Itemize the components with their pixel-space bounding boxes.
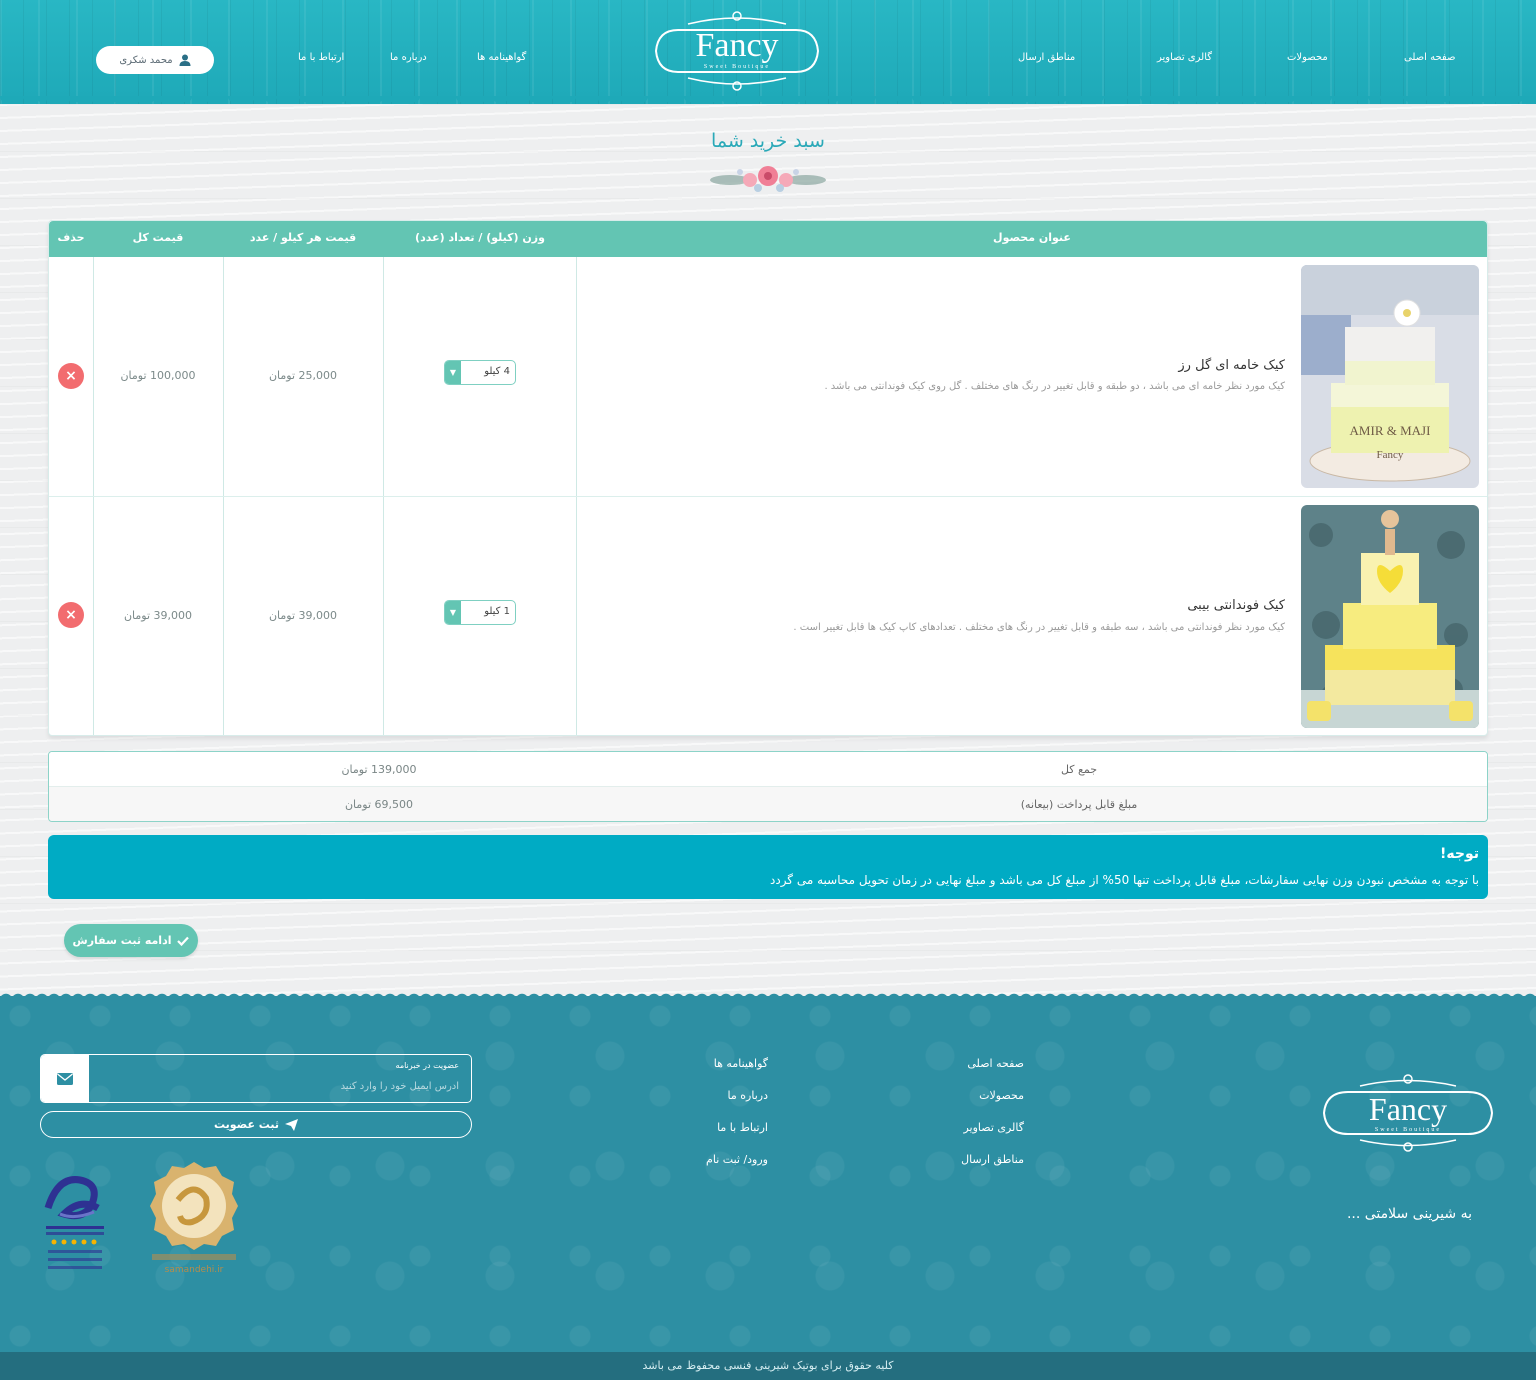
cart-summary: جمع کل 139,000 تومان مبلغ قابل پرداخت (ب…: [48, 751, 1488, 822]
col-weight: وزن (کیلو) / تعداد (عدد): [415, 231, 545, 244]
total-label: جمع کل: [1060, 763, 1098, 776]
svg-text:AMIR & MAJI: AMIR & MAJI: [1350, 423, 1431, 438]
summary-payable-row: مبلغ قابل پرداخت (بیعانه) 69,500 تومان: [49, 787, 1487, 821]
svg-text:Fancy: Fancy: [1377, 449, 1404, 461]
row-total: 100,000 تومان: [120, 369, 196, 382]
row-total: 39,000 تومان: [123, 609, 193, 622]
nav-certificates[interactable]: گواهینامه ها: [477, 52, 526, 63]
product-description: کیک مورد نظر فوندانتی می باشد ، سه طبقه …: [793, 622, 1285, 633]
quantity-value: 1 کیلو: [484, 606, 510, 617]
nav-contact[interactable]: ارتباط با ما: [298, 52, 344, 63]
footer-link-about[interactable]: درباره ما: [728, 1089, 768, 1102]
summary-total-row: جمع کل 139,000 تومان: [49, 752, 1487, 787]
total-value: 139,000 تومان: [341, 763, 417, 776]
site-logo[interactable]: Fancy Sweet Boutique: [648, 8, 826, 94]
svg-text:samandehi.ir: samandehi.ir: [165, 1265, 224, 1275]
footer-link-home[interactable]: صفحه اصلی: [967, 1057, 1024, 1070]
subscribe-label: ثبت عضویت: [213, 1118, 280, 1131]
newsletter-box: عضویت در خبرنامه: [40, 1054, 472, 1103]
quantity-select[interactable]: ▼ 4 کیلو: [444, 360, 516, 385]
notice-text: با توجه به مشخص نبودن وزن نهایی سفارشات،…: [770, 873, 1479, 887]
footer-wave-edge: [0, 988, 1536, 1000]
delete-item-button[interactable]: ×: [58, 363, 84, 389]
notice-title: توجه!: [1440, 846, 1479, 862]
nav-products[interactable]: محصولات: [1287, 52, 1328, 63]
nav-delivery-areas[interactable]: مناطق ارسال: [1018, 52, 1075, 63]
product-description: کیک مورد نظر خامه ای می باشد ، دو طبقه و…: [824, 381, 1285, 392]
check-icon: [177, 936, 190, 946]
envelope-icon: [41, 1055, 89, 1102]
product-title[interactable]: کیک خامه ای گل رز: [1178, 358, 1285, 373]
user-icon: [179, 54, 191, 66]
product-title[interactable]: کیک فوندانتی بیبی: [1187, 598, 1285, 613]
svg-text:Sweet Boutique: Sweet Boutique: [1375, 1127, 1441, 1133]
nav-gallery[interactable]: گالری تصاویر: [1157, 52, 1212, 63]
samandehi-badge[interactable]: samandehi.ir: [148, 1160, 240, 1278]
col-unit-price: قیمت هر کیلو / عدد: [249, 231, 357, 244]
user-name: محمد شکری: [119, 54, 173, 66]
quantity-value: 4 کیلو: [484, 366, 510, 377]
user-account-button[interactable]: محمد شکری: [96, 46, 214, 74]
svg-text:Fancy: Fancy: [695, 27, 778, 64]
subscribe-button[interactable]: ثبت عضویت: [40, 1111, 472, 1138]
footer-slogan: به شیرینی سلامتی ...: [1346, 1206, 1472, 1222]
floral-divider-icon: [710, 166, 826, 192]
payable-label: مبلغ قابل پرداخت (بیعانه): [1020, 798, 1138, 811]
enamad-badge[interactable]: [40, 1168, 110, 1276]
newsletter-label: عضویت در خبرنامه: [395, 1061, 459, 1070]
payable-value: 69,500 تومان: [344, 798, 414, 811]
svg-text:Sweet Boutique: Sweet Boutique: [704, 64, 770, 70]
row-divider: [49, 496, 1487, 497]
product-image[interactable]: AMIR & MAJI Fancy: [1301, 265, 1479, 488]
col-delete: حذف: [57, 231, 85, 244]
footer-logo[interactable]: Fancy Sweet Boutique: [1320, 1072, 1496, 1154]
chevron-down-icon[interactable]: ▼: [445, 361, 461, 384]
footer-link-delivery[interactable]: مناطق ارسال: [961, 1153, 1024, 1166]
col-product-title: عنوان محصول: [993, 231, 1071, 244]
copyright-bar: کلیه حقوق برای بوتیک شیرینی فنسی محفوظ م…: [0, 1352, 1536, 1380]
col-total: قیمت کل: [132, 231, 184, 244]
continue-order-label: ادامه ثبت سفارش: [72, 934, 172, 947]
continue-order-button[interactable]: ادامه ثبت سفارش: [64, 924, 198, 957]
unit-price: 39,000 تومان: [268, 609, 338, 622]
nav-home[interactable]: صفحه اصلی: [1404, 52, 1455, 63]
unit-price: 25,000 تومان: [268, 369, 338, 382]
footer-link-login[interactable]: ورود/ ثبت نام: [706, 1153, 768, 1166]
quantity-select[interactable]: ▼ 1 کیلو: [444, 600, 516, 625]
footer-link-contact[interactable]: ارتباط با ما: [717, 1121, 768, 1134]
cart-table-header: عنوان محصول وزن (کیلو) / تعداد (عدد) قیم…: [49, 221, 1487, 257]
delete-item-button[interactable]: ×: [58, 602, 84, 628]
send-icon: [285, 1118, 299, 1131]
chevron-down-icon[interactable]: ▼: [445, 601, 461, 624]
svg-text:Fancy: Fancy: [1369, 1091, 1447, 1127]
nav-about[interactable]: درباره ما: [390, 52, 427, 63]
footer-link-gallery[interactable]: گالری تصاویر: [963, 1121, 1024, 1134]
page-title: سبد خرید شما: [711, 130, 825, 152]
cart-table: عنوان محصول وزن (کیلو) / تعداد (عدد) قیم…: [48, 220, 1488, 736]
notice-alert: توجه! با توجه به مشخص نبودن وزن نهایی سف…: [48, 835, 1488, 899]
product-image[interactable]: [1301, 505, 1479, 728]
newsletter-email-input[interactable]: [101, 1077, 461, 1095]
footer-link-products[interactable]: محصولات: [979, 1089, 1024, 1102]
footer-link-certificates[interactable]: گواهینامه ها: [714, 1057, 768, 1070]
